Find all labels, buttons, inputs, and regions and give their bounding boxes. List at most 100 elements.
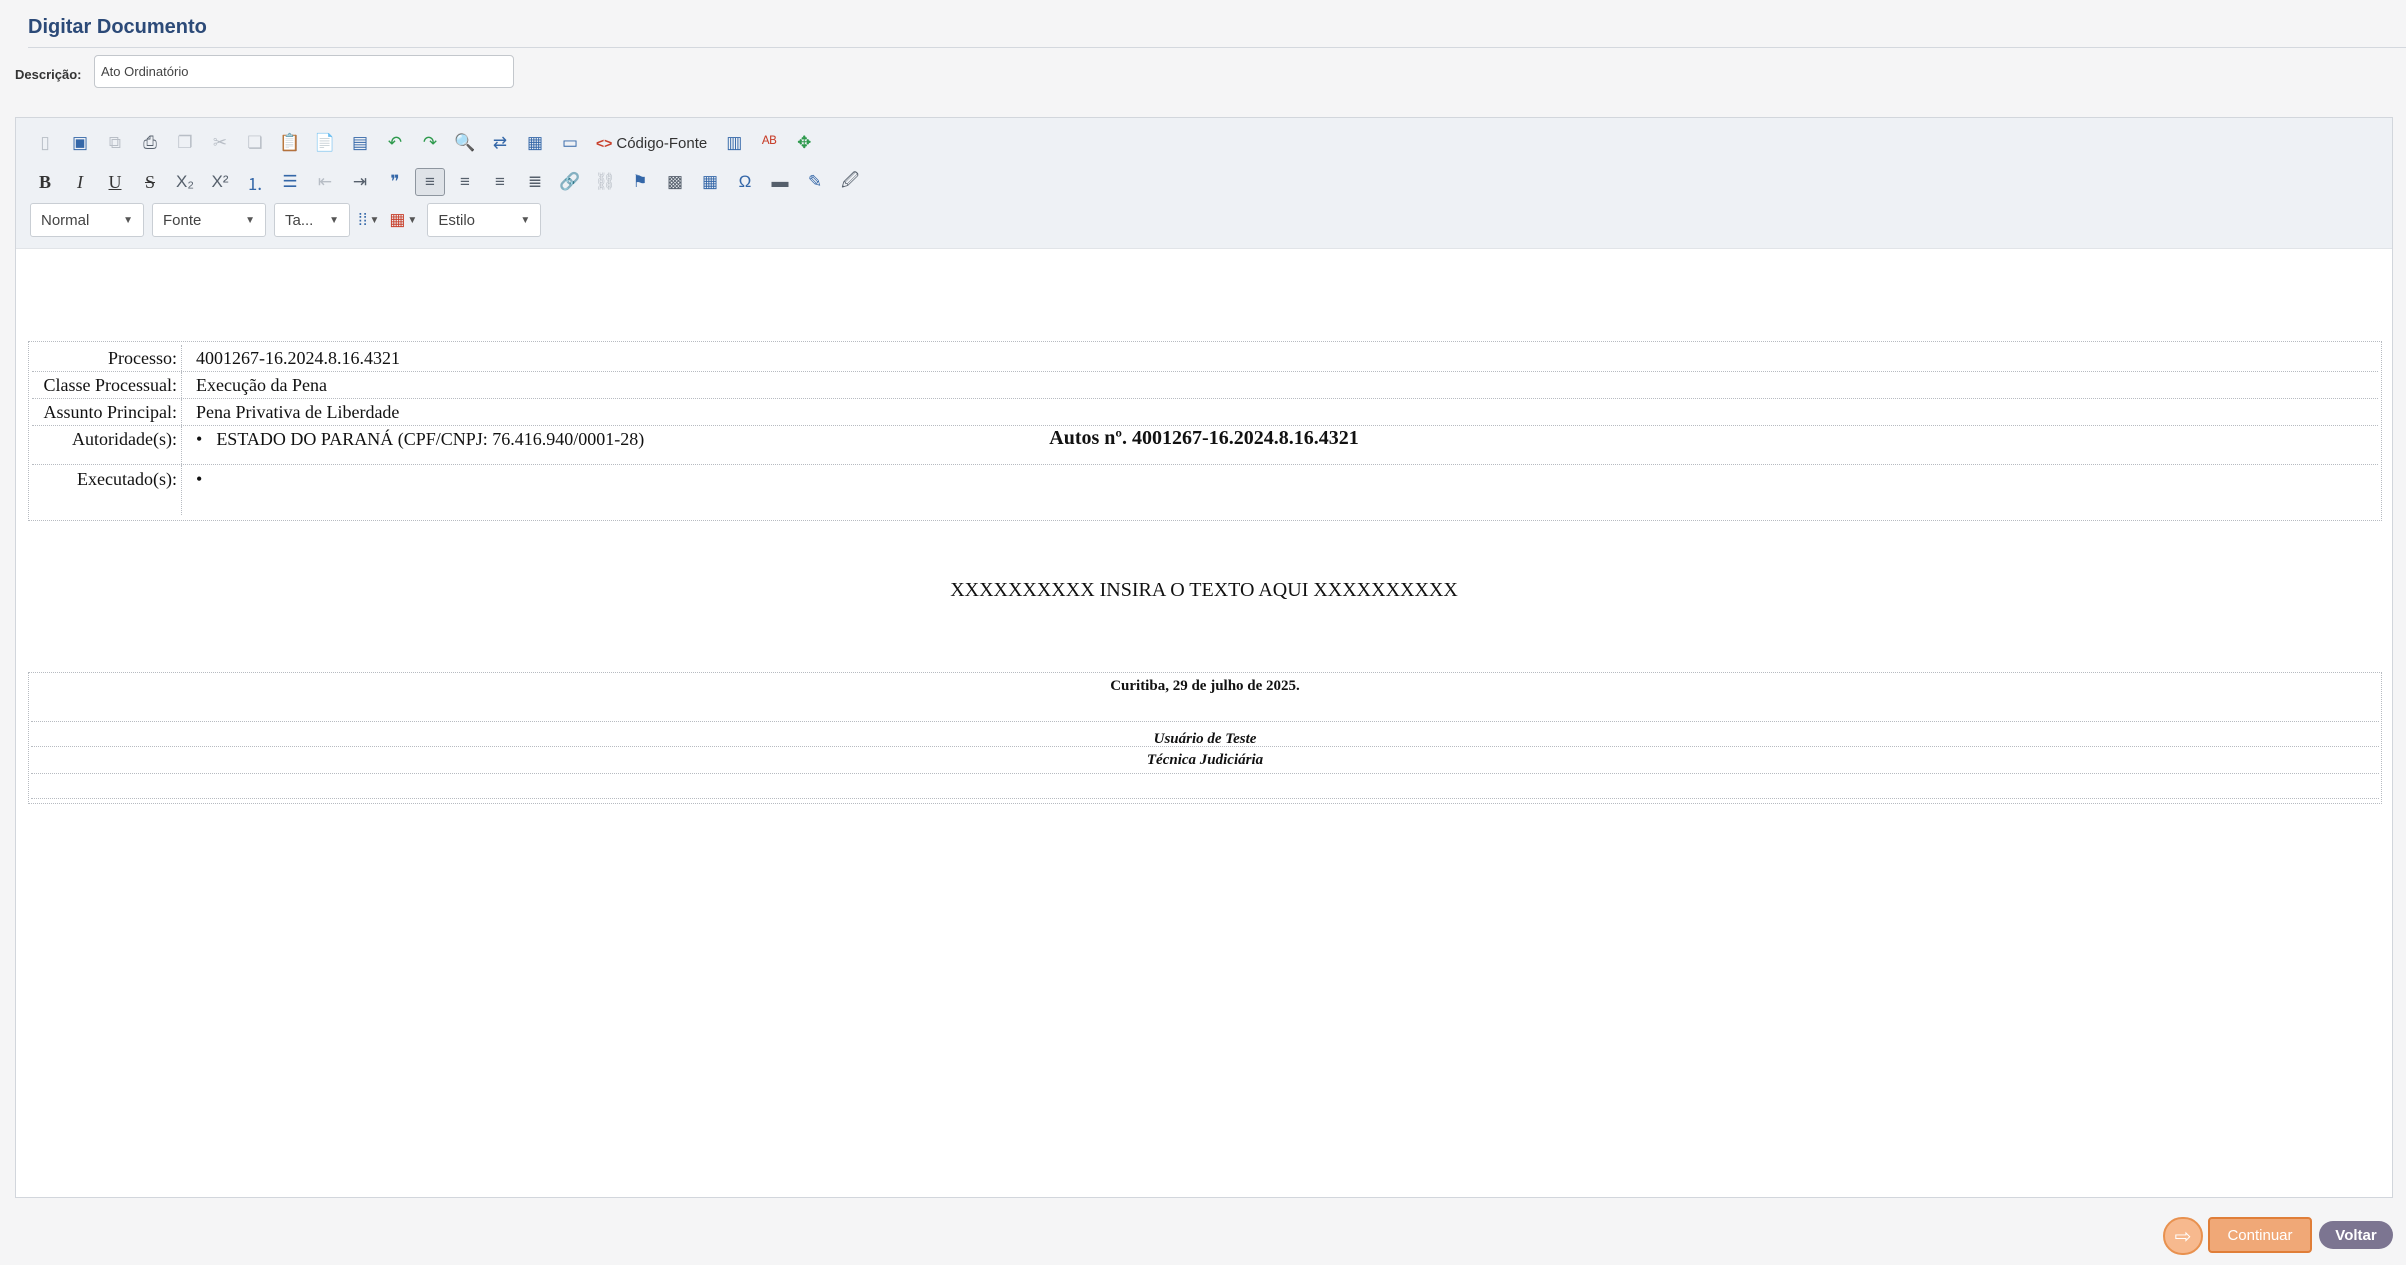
print-icon[interactable]: ⎙ bbox=[135, 129, 165, 157]
signature-table: Curitiba, 29 de julho de 2025. Usuário d… bbox=[28, 672, 2382, 804]
size-dropdown[interactable]: Ta... ▼ bbox=[274, 203, 350, 237]
undo-icon[interactable]: ↶ bbox=[380, 129, 410, 157]
redo-icon[interactable]: ↷ bbox=[415, 129, 445, 157]
document-icon[interactable]: ▥ bbox=[719, 129, 749, 157]
paste-text-icon[interactable]: 📄 bbox=[310, 129, 340, 157]
row-value-list: • ESTADO DO PARANÁ (CPF/CNPJ: 76.416.940/… bbox=[196, 426, 644, 452]
subscript-icon[interactable]: X₂ bbox=[170, 168, 200, 196]
description-input[interactable] bbox=[94, 55, 514, 88]
templates-icon[interactable]: ❐ bbox=[170, 129, 200, 157]
row-label: Assunto Principal: bbox=[32, 399, 182, 425]
page-title: Digitar Documento bbox=[28, 16, 207, 38]
spacing-icon: ⁞⁞ bbox=[358, 210, 368, 229]
cut-icon[interactable]: ✂ bbox=[205, 129, 235, 157]
row-value: Execução da Pena bbox=[196, 375, 327, 395]
toolbar-row-2: B I U S X₂ X² ⒈ ☰ ⇤ ⇥ ❞ ≡ ≡ ≡ ≣ 🔗 ⛓ ⚑ ▩ … bbox=[30, 167, 870, 197]
style-dropdown[interactable]: Estilo ▼ bbox=[427, 203, 542, 237]
text-color-icon[interactable]: ✎ bbox=[800, 168, 830, 196]
chevron-down-icon: ▼ bbox=[407, 214, 418, 226]
align-center-icon[interactable]: ≡ bbox=[450, 168, 480, 196]
replace-icon[interactable]: ⇄ bbox=[485, 129, 515, 157]
justify-icon[interactable]: ≣ bbox=[520, 168, 550, 196]
signature-date: Curitiba, 29 de julho de 2025. bbox=[31, 673, 2379, 722]
copy-icon[interactable]: ❏ bbox=[240, 129, 270, 157]
paste-word-icon[interactable]: ▤ bbox=[345, 129, 375, 157]
continue-button[interactable]: Continuar bbox=[2208, 1217, 2312, 1253]
paste-icon[interactable]: 📋 bbox=[275, 129, 305, 157]
toolbar-row-3: Normal ▼ Fonte ▼ Ta... ▼ ⁞⁞ ▼ ▦ ▼ Estilo… bbox=[30, 203, 549, 237]
font-dropdown[interactable]: Fonte ▼ bbox=[152, 203, 266, 237]
blockquote-icon[interactable]: ❞ bbox=[380, 168, 410, 196]
maximize-icon[interactable]: ✥ bbox=[789, 129, 819, 157]
signature-name: Usuário de Teste bbox=[31, 722, 2379, 747]
row-value-list: • bbox=[196, 465, 216, 493]
superscript-icon[interactable]: X² bbox=[205, 168, 235, 196]
preview-icon[interactable]: ⧉ bbox=[100, 129, 130, 157]
chevron-down-icon: ▼ bbox=[245, 214, 255, 226]
new-page-icon[interactable]: ▯ bbox=[30, 129, 60, 157]
strikethrough-icon[interactable]: S bbox=[135, 168, 165, 196]
description-label: Descrição: bbox=[15, 67, 82, 82]
arrow-right-icon[interactable]: ⇨ bbox=[2163, 1217, 2203, 1255]
toolbar-row-1: ▯ ▣ ⧉ ⎙ ❐ ✂ ❏ 📋 📄 ▤ ↶ ↷ 🔍 ⇄ ▦ ▭ <> Códig… bbox=[30, 128, 824, 158]
source-code-button[interactable]: <> Código-Fonte bbox=[590, 129, 713, 157]
process-info-table: Processo: 4001267-16.2024.8.16.4321 Clas… bbox=[28, 341, 2382, 521]
table-grid-icon: ▦ bbox=[389, 210, 406, 229]
signature-role: Técnica Judiciária bbox=[31, 747, 2379, 774]
paragraph-spacing-button[interactable]: ⁞⁞ ▼ bbox=[358, 205, 379, 235]
rich-text-editor: ▯ ▣ ⧉ ⎙ ❐ ✂ ❏ 📋 📄 ▤ ↶ ↷ 🔍 ⇄ ▦ ▭ <> Códig… bbox=[15, 117, 2393, 1198]
unlink-icon[interactable]: ⛓ bbox=[590, 168, 620, 196]
save-icon[interactable]: ▣ bbox=[65, 129, 95, 157]
underline-icon[interactable]: U bbox=[100, 168, 130, 196]
chevron-down-icon: ▼ bbox=[329, 214, 339, 226]
row-label: Classe Processual: bbox=[32, 372, 182, 398]
title-divider bbox=[28, 47, 2406, 48]
bold-icon[interactable]: B bbox=[30, 168, 60, 196]
list-item: ESTADO DO PARANÁ (CPF/CNPJ: 76.416.940/0… bbox=[216, 429, 645, 449]
source-code-icon: <> bbox=[596, 135, 613, 151]
style-dropdown-value: Estilo bbox=[438, 211, 476, 229]
format-dropdown[interactable]: Normal ▼ bbox=[30, 203, 144, 237]
table-row: Autoridade(s): • ESTADO DO PARANÁ (CPF/CN… bbox=[32, 426, 2378, 465]
size-dropdown-value: Ta... bbox=[285, 211, 314, 229]
row-label: Executado(s): bbox=[32, 465, 182, 515]
row-value: Pena Privativa de Liberdade bbox=[196, 402, 400, 422]
align-left-icon[interactable]: ≡ bbox=[415, 168, 445, 196]
table-row: Processo: 4001267-16.2024.8.16.4321 bbox=[32, 345, 2378, 372]
row-label: Autoridade(s): bbox=[32, 426, 182, 464]
spellcheck-form-icon[interactable]: ▭ bbox=[555, 129, 585, 157]
back-button[interactable]: Voltar bbox=[2319, 1221, 2393, 1249]
table-menu-button[interactable]: ▦ ▼ bbox=[389, 205, 417, 235]
font-dropdown-value: Fonte bbox=[163, 211, 202, 229]
special-char-icon[interactable]: Ω bbox=[730, 168, 760, 196]
placeholder-text: XXXXXXXXXX INSIRA O TEXTO AQUI XXXXXXXXX… bbox=[950, 579, 1458, 601]
anchor-icon[interactable]: ⚑ bbox=[625, 168, 655, 196]
row-label: Processo: bbox=[32, 345, 182, 371]
format-dropdown-value: Normal bbox=[41, 211, 90, 229]
align-right-icon[interactable]: ≡ bbox=[485, 168, 515, 196]
bullet-icon: • bbox=[196, 429, 203, 449]
chevron-down-icon: ▼ bbox=[520, 214, 531, 226]
row-value: 4001267-16.2024.8.16.4321 bbox=[196, 348, 400, 368]
spellcheck-icon[interactable]: ᴬᴮ bbox=[754, 129, 784, 157]
find-icon[interactable]: 🔍 bbox=[450, 129, 480, 157]
bullet-icon: • bbox=[196, 469, 203, 489]
link-icon[interactable]: 🔗 bbox=[555, 168, 585, 196]
editor-toolbar: ▯ ▣ ⧉ ⎙ ❐ ✂ ❏ 📋 📄 ▤ ↶ ↷ 🔍 ⇄ ▦ ▭ <> Códig… bbox=[16, 118, 2392, 249]
select-all-icon[interactable]: ▦ bbox=[520, 129, 550, 157]
source-code-label: Código-Fonte bbox=[616, 134, 708, 152]
highlight-icon[interactable]: 🖉 bbox=[835, 168, 865, 196]
numbered-list-icon[interactable]: ⒈ bbox=[240, 168, 270, 196]
table-row: Assunto Principal: Pena Privativa de Lib… bbox=[32, 399, 2378, 426]
italic-icon[interactable]: I bbox=[65, 168, 95, 196]
table-row: Executado(s): • bbox=[32, 465, 2378, 515]
decrease-indent-icon[interactable]: ⇤ bbox=[310, 168, 340, 196]
increase-indent-icon[interactable]: ⇥ bbox=[345, 168, 375, 196]
table-row: Classe Processual: Execução da Pena bbox=[32, 372, 2378, 399]
bulleted-list-icon[interactable]: ☰ bbox=[275, 168, 305, 196]
chevron-down-icon: ▼ bbox=[123, 214, 133, 226]
horizontal-line-icon[interactable]: ▬ bbox=[765, 168, 795, 196]
table-icon[interactable]: ▦ bbox=[695, 168, 725, 196]
image-icon[interactable]: ▩ bbox=[660, 168, 690, 196]
signature-blank-row bbox=[31, 774, 2379, 799]
